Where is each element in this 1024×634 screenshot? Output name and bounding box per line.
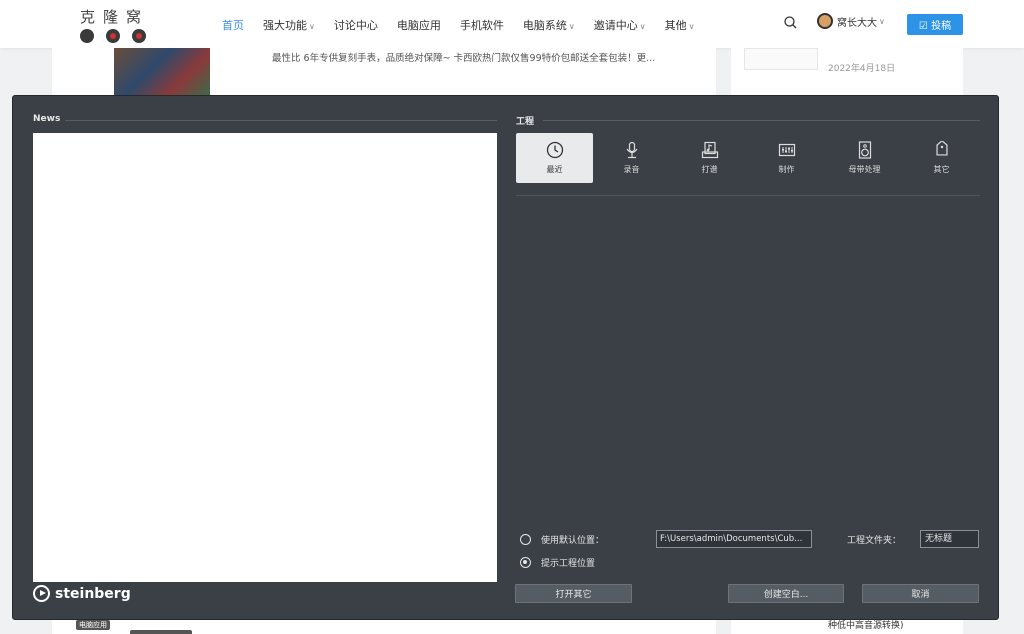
site-logo[interactable]: 克隆窝 (80, 6, 150, 43)
open-other-button[interactable]: 打开其它 (515, 584, 632, 603)
chevron-down-icon: ∨ (879, 16, 885, 26)
category-tag[interactable]: 电脑应用 (76, 620, 110, 630)
tab-recording[interactable]: 录音 (593, 133, 670, 183)
steinberg-hub-dialog: News steinberg 工程 最近 录音 打谱 制作 母带处理 其它 使用… (12, 95, 999, 620)
nav-item-pc-systems[interactable]: 电脑系统 ∨ (523, 17, 575, 33)
steinberg-logo: steinberg (33, 585, 131, 602)
nav-item-forum[interactable]: 讨论中心 (334, 17, 378, 33)
tab-label: 录音 (623, 165, 640, 174)
project-folder-field[interactable]: 无标题 (920, 530, 979, 548)
tab-production[interactable]: 制作 (748, 133, 825, 183)
post-button[interactable]: ☑ 投稿 (907, 14, 963, 35)
nav-label: 手机软件 (459, 19, 504, 32)
create-empty-button[interactable]: 创建空白... (728, 584, 844, 603)
tab-label: 最近 (546, 165, 563, 174)
avatar (817, 13, 833, 29)
main-nav: 首页 强大功能 ∨ 讨论中心 电脑应用 手机软件 电脑系统 ∨ 邀请中心 ∨ 其他 ∨ (222, 17, 713, 33)
chevron-down-icon: ∨ (568, 22, 575, 31)
clock-icon (546, 141, 563, 159)
chevron-down-icon: ∨ (639, 22, 646, 31)
nav-label: 电脑系统 (522, 19, 567, 32)
divider (65, 120, 497, 121)
nav-label: 强大功能 (263, 19, 307, 32)
logo-text: 克隆窝 (80, 8, 150, 26)
nav-label: 讨论中心 (333, 19, 378, 32)
tab-mastering[interactable]: 母带处理 (826, 133, 903, 183)
category-tabs: 最近 录音 打谱 制作 母带处理 其它 (516, 133, 980, 185)
divider (543, 120, 980, 121)
tab-recent[interactable]: 最近 (516, 133, 593, 183)
search-icon[interactable] (784, 16, 797, 29)
user-name: 窝长大大 (837, 17, 877, 29)
nav-item-other[interactable]: 其他 ∨ (665, 17, 695, 33)
tag-icon (935, 141, 948, 156)
option-label: 提示工程位置 (541, 559, 596, 569)
recent-projects-list[interactable] (516, 199, 980, 519)
divider (516, 195, 980, 196)
microphone-icon (626, 141, 637, 159)
tab-label: 打谱 (701, 165, 718, 174)
site-header: 克隆窝 首页 强大功能 ∨ 讨论中心 电脑应用 手机软件 电脑系统 ∨ 邀请中心 ∨ … (0, 0, 1024, 48)
nav-item-mobile-apps[interactable]: 手机软件 (460, 17, 504, 33)
news-title: News (33, 114, 61, 124)
mixer-icon (778, 143, 795, 157)
chevron-down-icon: ∨ (688, 22, 695, 31)
nav-item-invite[interactable]: 邀请中心 ∨ (594, 17, 646, 33)
default-path-field[interactable]: F:\Users\admin\Documents\Cub... (656, 530, 812, 548)
nav-label: 其他 (664, 19, 687, 32)
sidebar-date: 2022年4月18日 (828, 64, 896, 74)
logo-mascot (80, 29, 94, 43)
radio-prompt-location[interactable]: 提示工程位置 (520, 556, 595, 569)
category-tag[interactable] (130, 630, 192, 634)
news-panel[interactable] (33, 133, 497, 582)
nav-item-home[interactable]: 首页 (222, 17, 244, 33)
radio-button[interactable] (520, 534, 531, 545)
chevron-down-icon: ∨ (309, 22, 315, 31)
score-icon (701, 141, 718, 159)
radio-use-default-location[interactable]: 使用默认位置： (520, 533, 604, 546)
tab-scoring[interactable]: 打谱 (671, 133, 748, 183)
tab-label: 其它 (933, 165, 950, 174)
steinberg-play-icon (33, 585, 50, 602)
nav-label: 电脑应用 (396, 19, 441, 32)
tab-other[interactable]: 其它 (903, 133, 980, 183)
nav-item-pc-apps[interactable]: 电脑应用 (397, 17, 441, 33)
logo-mascots (80, 29, 150, 43)
logo-mascot (132, 29, 146, 43)
logo-mascot (106, 29, 120, 43)
project-title: 工程 (516, 117, 535, 127)
option-label: 使用默认位置： (541, 536, 605, 546)
project-folder-label: 工程文件夹： (847, 536, 902, 546)
sidebar-thumbnail[interactable] (744, 48, 818, 70)
tab-label: 母带处理 (848, 165, 881, 174)
speaker-icon (858, 141, 871, 159)
nav-label: 邀请中心 (593, 19, 638, 32)
nav-item-features[interactable]: 强大功能 ∨ (263, 17, 315, 33)
user-menu[interactable]: 窝长大大 ∨ (817, 13, 885, 29)
tab-label: 制作 (778, 165, 795, 174)
post-snippet: 最性比 6年专供复刻手表，品质绝对保障~ 卡西欧热门款仅售99特价包邮送全套包装… (272, 53, 656, 64)
cancel-button[interactable]: 取消 (862, 584, 979, 603)
radio-button[interactable] (520, 557, 531, 568)
nav-label: 首页 (222, 19, 244, 32)
brand-name: steinberg (55, 585, 131, 602)
post-thumbnail[interactable] (114, 48, 210, 96)
